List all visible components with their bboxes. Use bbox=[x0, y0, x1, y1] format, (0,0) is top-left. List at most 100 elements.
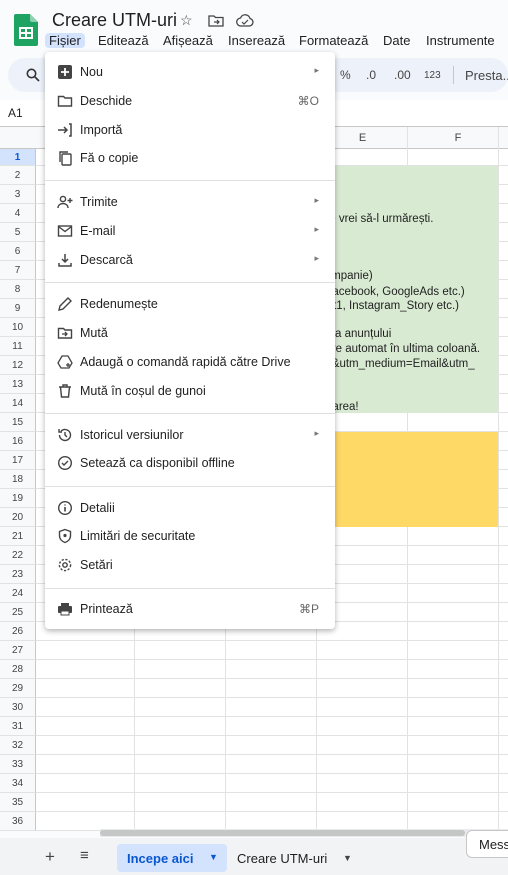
all-sheets-menu-icon[interactable]: ≡ bbox=[80, 847, 89, 864]
chevron-down-icon[interactable]: ▼ bbox=[343, 853, 352, 863]
menu-item-import[interactable]: Importă bbox=[45, 116, 335, 144]
row-header[interactable]: 9 bbox=[0, 299, 36, 318]
move-folder-icon[interactable] bbox=[208, 14, 224, 27]
menu-item-download[interactable]: Descarcă ▸ bbox=[45, 246, 335, 274]
menu-item-add-shortcut[interactable]: Adaugă o comandă rapidă către Drive bbox=[45, 348, 335, 376]
row-header[interactable]: 6 bbox=[0, 242, 36, 261]
column-header-f[interactable]: F bbox=[407, 127, 508, 149]
row-header[interactable]: 16 bbox=[0, 432, 36, 451]
menu-item-make-copy[interactable]: Fă o copie bbox=[45, 144, 335, 172]
row-header[interactable]: 11 bbox=[0, 337, 36, 356]
row-header[interactable]: 5 bbox=[0, 223, 36, 242]
plus-square-icon bbox=[58, 65, 72, 79]
menu-item-label: Setează ca disponibil offline bbox=[80, 456, 235, 470]
menu-item-offline[interactable]: Setează ca disponibil offline bbox=[45, 449, 335, 477]
explore-label: Mess bbox=[479, 837, 508, 852]
menu-item-label: E-mail bbox=[80, 224, 116, 238]
menu-item-new[interactable]: Nou ▸ bbox=[45, 58, 335, 86]
row-header[interactable]: 35 bbox=[0, 793, 36, 812]
row-header[interactable]: 15 bbox=[0, 413, 36, 432]
menu-item-email[interactable]: E-mail ▸ bbox=[45, 217, 335, 245]
printer-icon bbox=[58, 603, 72, 616]
explore-button[interactable]: Mess bbox=[466, 830, 508, 858]
menu-item-label: Mută în coșul de gunoi bbox=[80, 384, 206, 398]
row-header[interactable]: 29 bbox=[0, 679, 36, 698]
row-header[interactable]: 25 bbox=[0, 603, 36, 622]
scrollbar-thumb[interactable] bbox=[100, 830, 465, 836]
highlight-block bbox=[317, 432, 498, 527]
row-header[interactable]: 34 bbox=[0, 774, 36, 793]
row-header[interactable]: 24 bbox=[0, 584, 36, 603]
row-header[interactable]: 22 bbox=[0, 546, 36, 565]
row-header[interactable]: 28 bbox=[0, 660, 36, 679]
row-header[interactable]: 18 bbox=[0, 470, 36, 489]
search-icon[interactable] bbox=[26, 68, 40, 82]
row-header[interactable]: 12 bbox=[0, 356, 36, 375]
row-header[interactable]: 2 bbox=[0, 166, 36, 185]
row-header[interactable]: 3 bbox=[0, 185, 36, 204]
menu-item-print[interactable]: Printează ⌘P bbox=[45, 595, 335, 623]
menu-item-security-limits[interactable]: Limitări de securitate bbox=[45, 522, 335, 550]
menu-tools[interactable]: Instrumente bbox=[422, 33, 499, 48]
menu-item-label: Printează bbox=[80, 602, 133, 616]
decrease-decimal-button[interactable]: .0 bbox=[366, 68, 376, 82]
add-sheet-icon[interactable]: + bbox=[45, 847, 55, 867]
menu-item-rename[interactable]: Redenumește bbox=[45, 290, 335, 318]
cell-text: on&utm_medium=Email&utm_ bbox=[319, 358, 475, 370]
menu-edit[interactable]: Editează bbox=[94, 33, 153, 48]
row-header[interactable]: 32 bbox=[0, 736, 36, 755]
submenu-arrow-icon: ▸ bbox=[314, 428, 319, 438]
row-header[interactable]: 33 bbox=[0, 755, 36, 774]
row-header[interactable]: 36 bbox=[0, 812, 36, 831]
row-header[interactable]: 23 bbox=[0, 565, 36, 584]
menu-item-label: Istoricul versiunilor bbox=[80, 428, 184, 442]
menu-item-label: Detalii bbox=[80, 501, 115, 515]
sheet-tab-active[interactable]: Incepe aici ▼ bbox=[117, 844, 227, 872]
menu-file[interactable]: Fișier bbox=[45, 33, 85, 48]
cloud-status-icon[interactable] bbox=[236, 14, 254, 27]
menu-insert[interactable]: Inserează bbox=[224, 33, 289, 48]
menu-item-share[interactable]: Trimite ▸ bbox=[45, 188, 335, 216]
grid-line bbox=[36, 640, 508, 641]
row-header[interactable]: 8 bbox=[0, 280, 36, 299]
row-header[interactable]: 19 bbox=[0, 489, 36, 508]
menu-item-open[interactable]: Deschide ⌘O bbox=[45, 87, 335, 115]
font-preset-select[interactable]: Presta... bbox=[465, 68, 508, 83]
row-header[interactable]: 26 bbox=[0, 622, 36, 641]
row-header[interactable]: 13 bbox=[0, 375, 36, 394]
menu-item-trash[interactable]: Mută în coșul de gunoi bbox=[45, 377, 335, 405]
row-header[interactable]: 14 bbox=[0, 394, 36, 413]
row-header[interactable]: 27 bbox=[0, 641, 36, 660]
menu-format[interactable]: Formatează bbox=[295, 33, 372, 48]
row-header[interactable]: 31 bbox=[0, 717, 36, 736]
row-header[interactable]: 30 bbox=[0, 698, 36, 717]
row-header[interactable]: 17 bbox=[0, 451, 36, 470]
row-header[interactable]: 4 bbox=[0, 204, 36, 223]
menu-data[interactable]: Date bbox=[379, 33, 414, 48]
share-person-icon bbox=[57, 195, 73, 209]
menu-item-version-history[interactable]: Istoricul versiunilor ▸ bbox=[45, 421, 335, 449]
sheet-tab-label[interactable]: Creare UTM-uri bbox=[237, 851, 327, 866]
cell-text: are vrei să-l urmărești. bbox=[319, 213, 434, 225]
copy-icon bbox=[59, 151, 72, 166]
increase-decimal-button[interactable]: .00 bbox=[394, 68, 411, 82]
cell-text: anta anunțului bbox=[319, 328, 392, 340]
number-format-button[interactable]: 123 bbox=[424, 70, 441, 81]
format-percent-button[interactable]: % bbox=[340, 68, 351, 82]
menu-item-move[interactable]: Mută bbox=[45, 319, 335, 347]
menu-item-settings[interactable]: Setări bbox=[45, 551, 335, 579]
row-header[interactable]: 20 bbox=[0, 508, 36, 527]
menu-item-details[interactable]: Detalii bbox=[45, 494, 335, 522]
trash-icon bbox=[59, 384, 71, 398]
name-box[interactable]: A1 bbox=[8, 106, 23, 120]
row-header[interactable]: 21 bbox=[0, 527, 36, 546]
row-header[interactable]: 10 bbox=[0, 318, 36, 337]
menu-view[interactable]: Afișează bbox=[159, 33, 217, 48]
select-all-corner[interactable] bbox=[0, 127, 36, 149]
star-icon[interactable]: ☆ bbox=[180, 12, 193, 29]
chevron-down-icon[interactable]: ▼ bbox=[209, 852, 218, 862]
row-header[interactable]: 7 bbox=[0, 261, 36, 280]
document-title[interactable]: Creare UTM-uri bbox=[52, 10, 177, 31]
row-header[interactable]: 1 bbox=[0, 149, 36, 166]
menu-item-shortcut: ⌘P bbox=[298, 602, 319, 616]
